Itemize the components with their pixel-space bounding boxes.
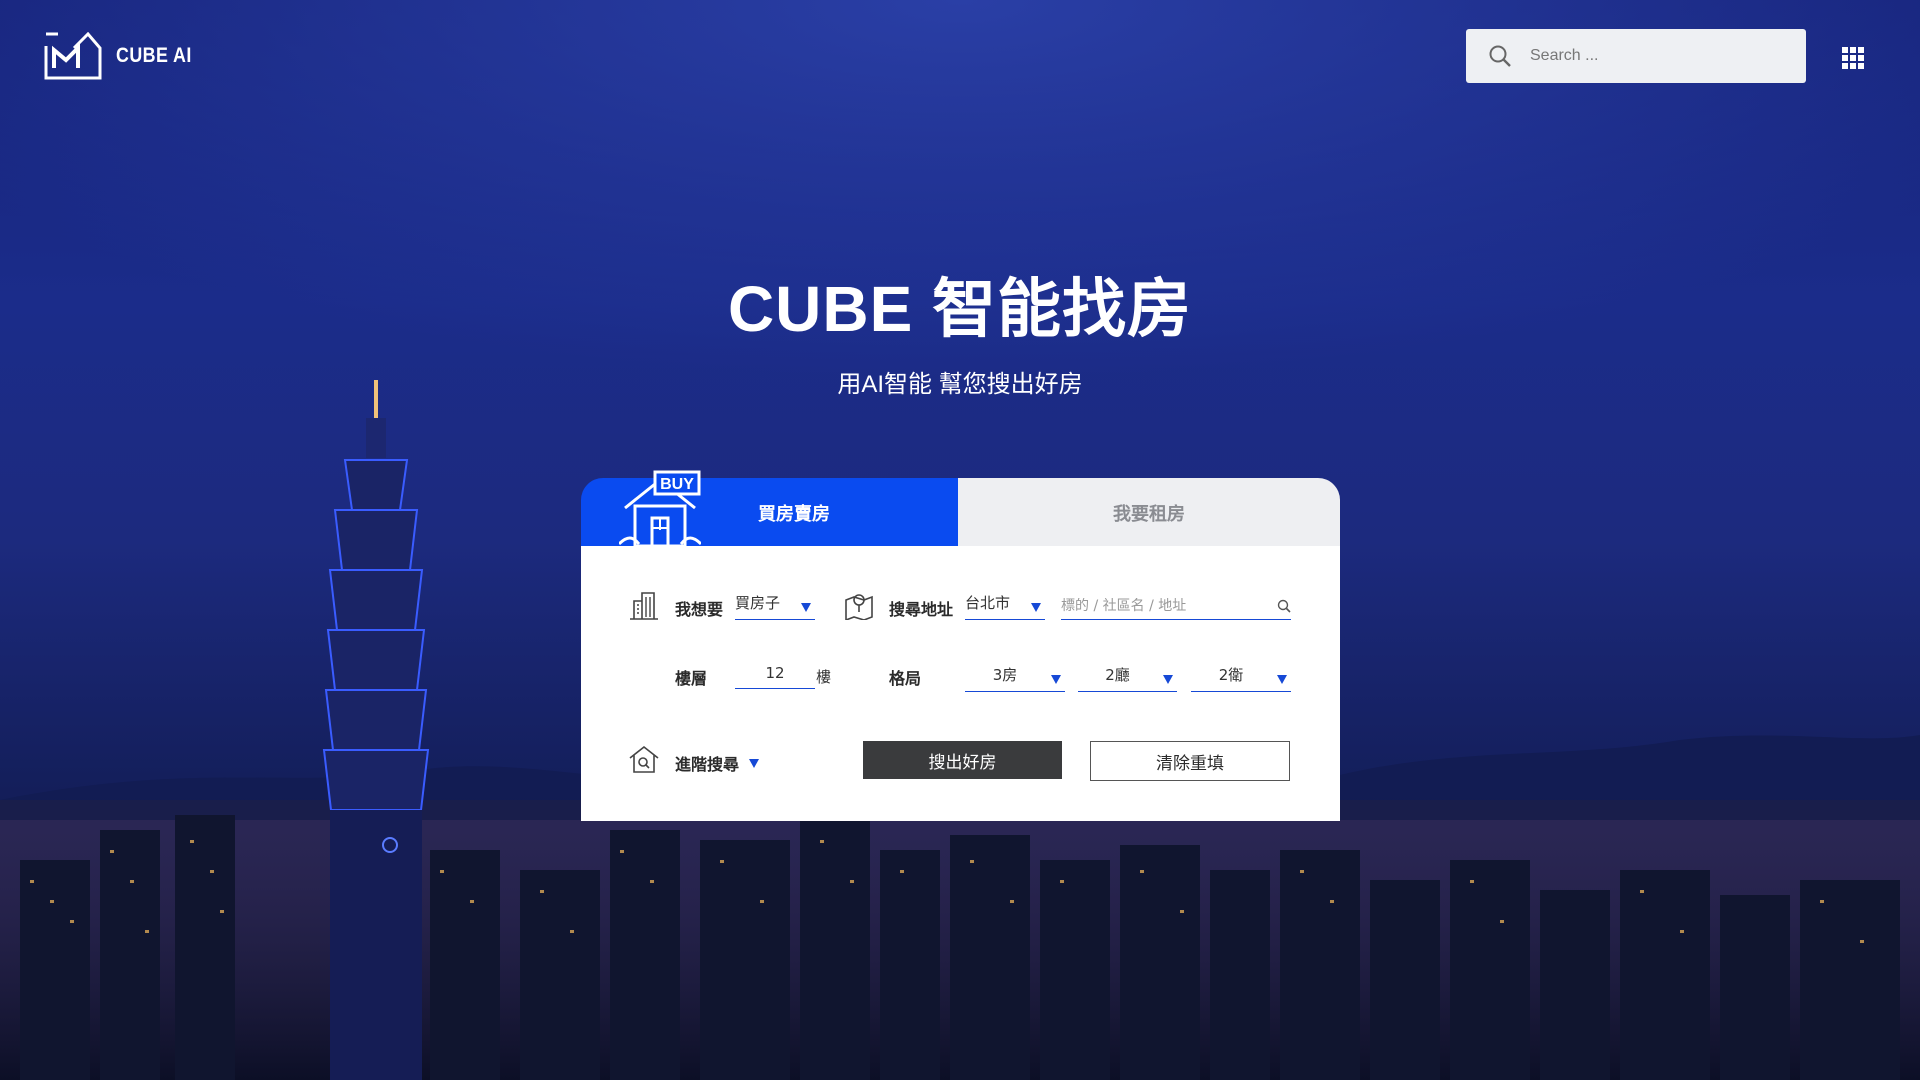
halls-select[interactable]: 2廳: [1078, 658, 1177, 692]
chevron-down-icon: [1277, 675, 1287, 684]
address-input[interactable]: [1061, 598, 1261, 614]
want-label: 我想要: [675, 600, 724, 619]
advanced-search-label: 進階搜尋: [675, 755, 740, 774]
baths-value: 2衛: [1218, 666, 1244, 684]
header-search[interactable]: [1466, 29, 1806, 83]
brand-name: CUBE AI: [116, 44, 192, 67]
cube-logo-icon: [44, 32, 102, 80]
search-submit-button[interactable]: 搜出好房: [863, 741, 1062, 779]
search-form: 我想要 買房子 搜尋地址 台北市 樓層 樓 格局: [581, 546, 1340, 821]
building-icon: [630, 592, 658, 620]
clear-form-button[interactable]: 清除重填: [1090, 741, 1290, 781]
tab-rent[interactable]: 我要租房: [958, 478, 1340, 546]
chevron-down-icon: [801, 603, 811, 612]
city-value: 台北市: [965, 594, 1011, 612]
tab-buy-label: 買房賣房: [758, 504, 830, 525]
floor-field[interactable]: [735, 657, 815, 689]
rooms-value: 3房: [992, 666, 1018, 684]
hero-subtitle: 用AI智能 幫您搜出好房: [837, 371, 1083, 398]
map-pin-icon: [845, 594, 873, 620]
buy-badge-text: BUY: [660, 476, 694, 493]
advanced-search-toggle[interactable]: 進階搜尋: [675, 751, 760, 775]
brand-logo[interactable]: CUBE AI: [44, 32, 205, 80]
property-search-card: BUY 買房賣房 我要租房 我想要 買房子 搜尋地址 台北市 標的 / 社區名 …: [581, 470, 1340, 821]
address-label: 搜尋地址: [889, 600, 954, 619]
hero-title: CUBE 智能找房: [727, 273, 1193, 345]
want-select[interactable]: 買房子: [735, 590, 815, 620]
tab-buy[interactable]: BUY 買房賣房: [581, 470, 958, 546]
house-search-icon: [629, 745, 659, 773]
rooms-select[interactable]: 3房: [965, 658, 1065, 692]
floor-unit: 樓: [816, 668, 832, 686]
header-search-input[interactable]: [1530, 47, 1780, 65]
layout-label: 格局: [889, 669, 922, 688]
search-tabs: BUY 買房賣房 我要租房: [581, 470, 1340, 546]
chevron-down-icon: [749, 758, 760, 768]
search-icon: [1489, 45, 1511, 67]
floor-input[interactable]: [735, 664, 815, 682]
chevron-down-icon: [1051, 675, 1061, 684]
city-select[interactable]: 台北市: [965, 590, 1045, 620]
baths-select[interactable]: 2衛: [1191, 658, 1291, 692]
search-icon[interactable]: [1277, 599, 1291, 613]
chevron-down-icon: [1163, 675, 1173, 684]
tab-rent-label: 我要租房: [1113, 504, 1185, 525]
apps-grid-icon[interactable]: [1842, 47, 1864, 69]
chevron-down-icon: [1031, 603, 1041, 612]
want-value: 買房子: [735, 594, 781, 612]
floor-label: 樓層: [675, 669, 708, 688]
halls-value: 2廳: [1105, 666, 1130, 684]
address-field[interactable]: [1061, 590, 1291, 620]
buy-house-icon: BUY: [619, 470, 701, 546]
